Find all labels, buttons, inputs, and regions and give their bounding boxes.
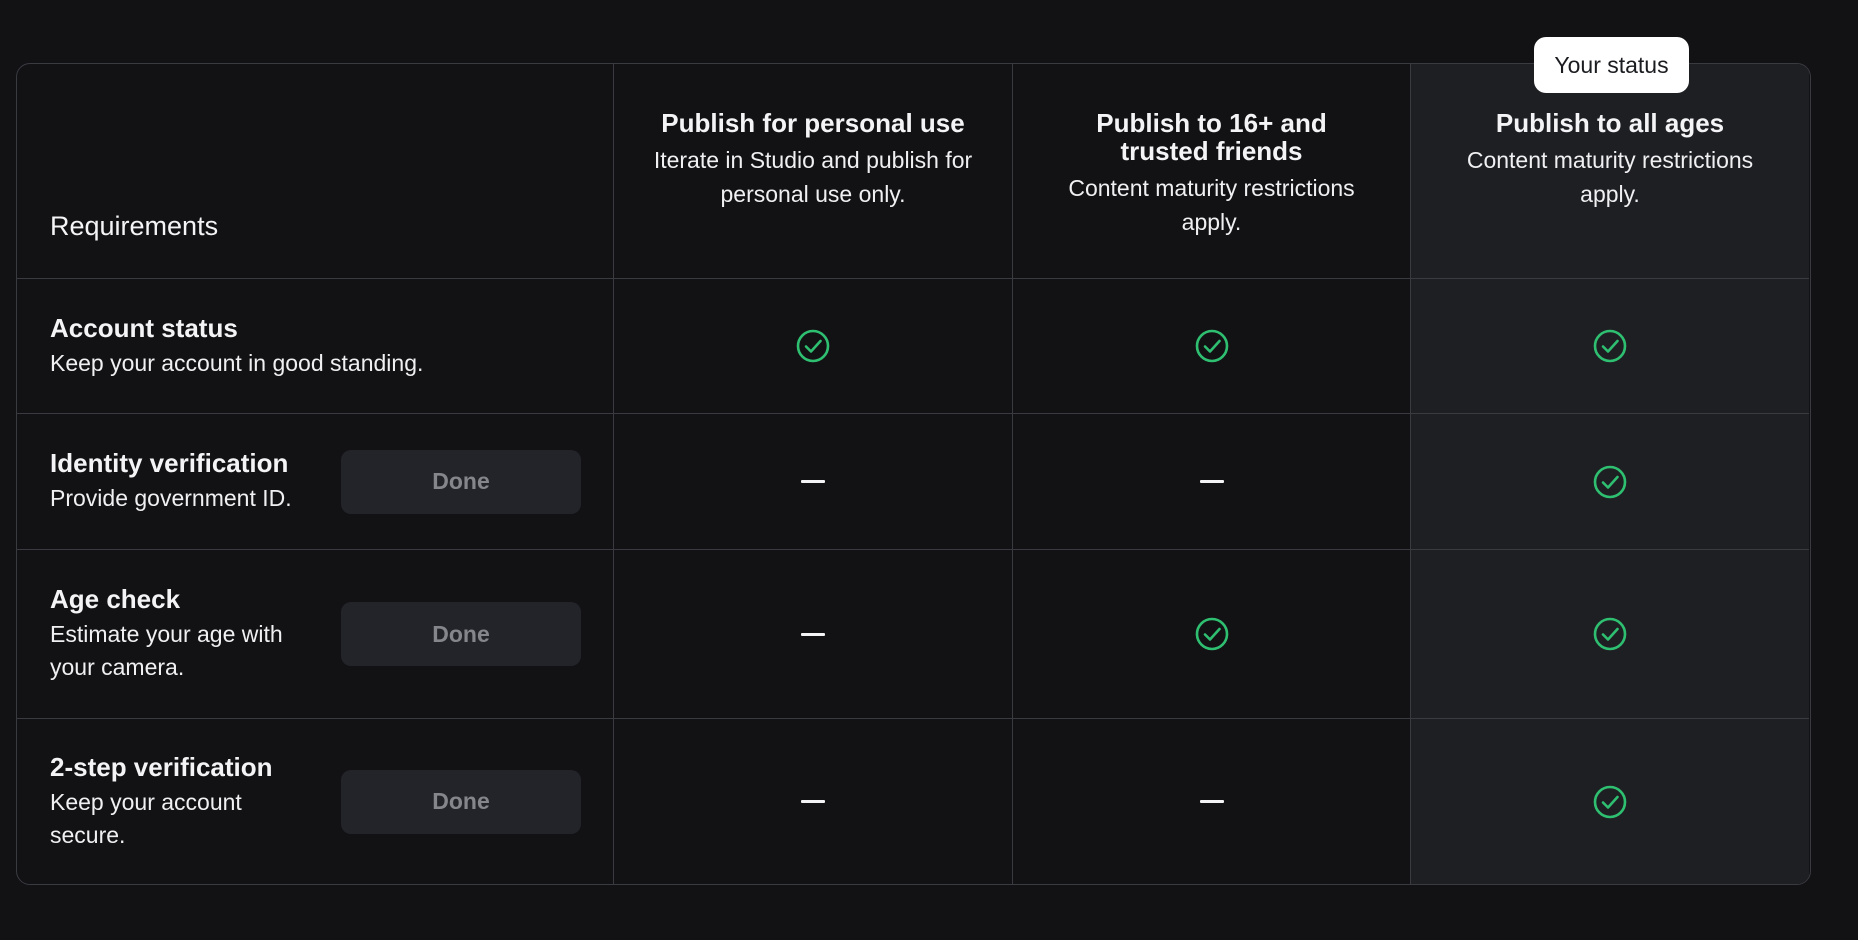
column-title: Publish for personal use bbox=[661, 108, 965, 138]
column-header-all-ages: Publish to all ages Content maturity res… bbox=[1411, 64, 1809, 279]
requirements-header: Requirements bbox=[17, 64, 614, 279]
dash-icon bbox=[1199, 800, 1224, 803]
requirement-title: 2-step verification bbox=[50, 751, 273, 782]
your-status-badge: Your status bbox=[1534, 37, 1689, 93]
status-cell bbox=[1411, 719, 1809, 884]
status-cell bbox=[1013, 279, 1411, 414]
status-cell bbox=[1411, 414, 1809, 550]
requirement-title: Identity verification bbox=[50, 448, 289, 478]
check-circle-icon bbox=[1593, 785, 1627, 818]
check-circle-icon bbox=[1593, 329, 1627, 363]
requirement-description: Provide government ID. bbox=[50, 485, 292, 511]
requirement-description: Keep your account in good standing. bbox=[50, 349, 424, 376]
column-title: Publish to all ages bbox=[1495, 108, 1725, 138]
check-circle-icon bbox=[1195, 329, 1228, 363]
check-circle-icon bbox=[1593, 465, 1627, 498]
dash-icon bbox=[801, 480, 825, 483]
status-cell bbox=[614, 719, 1013, 884]
requirement-age-check: Age check Estimate your age with your ca… bbox=[17, 550, 614, 719]
age-check-done-button[interactable]: Done bbox=[341, 602, 581, 666]
requirement-identity-verification: Identity verification Provide government… bbox=[17, 414, 614, 550]
column-header-personal: Publish for personal use Iterate in Stud… bbox=[614, 64, 1013, 279]
requirement-2-step-verification: 2-step verification Keep your account se… bbox=[17, 719, 614, 884]
status-cell bbox=[614, 414, 1013, 550]
status-cell bbox=[614, 550, 1013, 719]
dash-icon bbox=[801, 800, 825, 803]
requirements-table: Requirements Publish for personal use It… bbox=[16, 63, 1811, 885]
requirements-label: Requirements bbox=[50, 211, 219, 241]
identity-done-button[interactable]: Done bbox=[341, 449, 581, 514]
dash-icon bbox=[1199, 480, 1224, 483]
column-description: Content maturity restrictions apply. bbox=[1068, 175, 1355, 235]
column-description: Content maturity restrictions apply. bbox=[1466, 147, 1754, 207]
status-cell bbox=[1013, 719, 1411, 884]
requirement-description: Keep your account secure. bbox=[50, 788, 242, 848]
2-step-done-button[interactable]: Done bbox=[341, 769, 581, 834]
status-cell bbox=[1411, 550, 1809, 719]
column-description: Iterate in Studio and publish for person… bbox=[653, 147, 973, 207]
requirement-description: Estimate your age with your camera. bbox=[50, 621, 283, 680]
requirement-title: Account status bbox=[50, 312, 238, 343]
status-cell bbox=[614, 279, 1013, 414]
column-header-16plus: Publish to 16+ and trusted friends Conte… bbox=[1013, 64, 1411, 279]
requirement-account-status: Account status Keep your account in good… bbox=[17, 279, 614, 414]
status-cell bbox=[1013, 414, 1411, 550]
status-cell bbox=[1013, 550, 1411, 719]
column-title: Publish to 16+ and trusted friends bbox=[1096, 108, 1327, 166]
dash-icon bbox=[801, 632, 825, 636]
requirement-title: Age check bbox=[50, 584, 181, 614]
check-circle-icon bbox=[1195, 617, 1228, 651]
check-circle-icon bbox=[796, 329, 830, 363]
check-circle-icon bbox=[1593, 617, 1627, 651]
status-cell bbox=[1411, 279, 1809, 414]
